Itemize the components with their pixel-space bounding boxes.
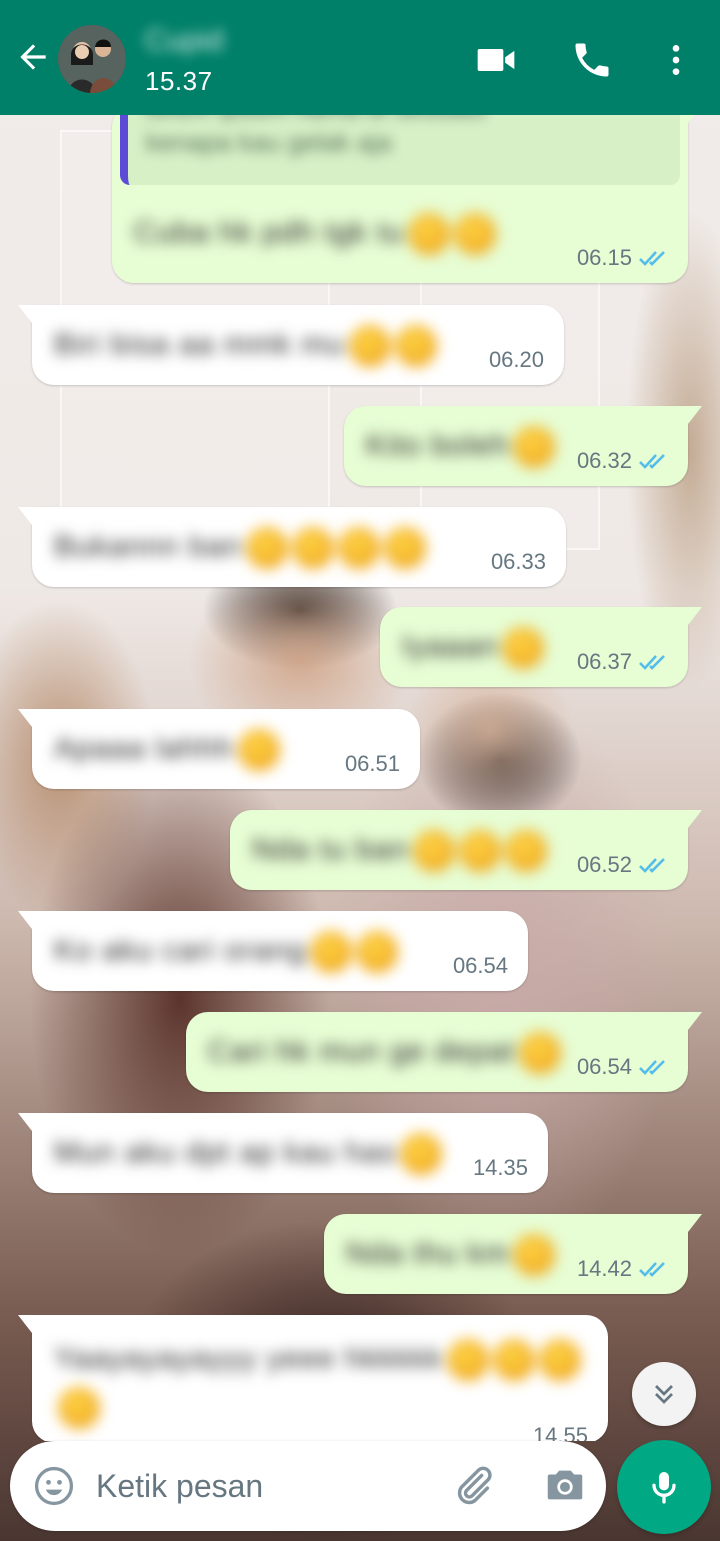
message-timestamp: 06.54 bbox=[577, 1054, 670, 1080]
avatar[interactable] bbox=[58, 25, 126, 93]
message-text: Nda thu km bbox=[346, 1234, 556, 1276]
message-text: Cari hk mun ge depat bbox=[208, 1032, 561, 1074]
message-bubble-incoming[interactable]: Biri bisa aa mmk mu 06.20 bbox=[18, 305, 564, 385]
quoted-message[interactable]: lorem ipsum nama di sesuatu kenapa kau g… bbox=[120, 115, 680, 185]
read-receipt-icon bbox=[639, 251, 665, 266]
message-timestamp: 06.33 bbox=[490, 549, 546, 574]
message-input[interactable] bbox=[96, 1461, 426, 1511]
message-timestamp: 14.35 bbox=[472, 1155, 528, 1180]
message-timestamp: 06.37 bbox=[577, 649, 670, 675]
message-bubble-outgoing[interactable]: Nda thu km 14.42 bbox=[324, 1214, 702, 1294]
message-text: Biri bisa aa mmk mu bbox=[54, 325, 437, 367]
paperclip-icon[interactable] bbox=[450, 1463, 496, 1509]
message-timestamp: 06.32 bbox=[577, 448, 670, 474]
message-composer bbox=[10, 1441, 606, 1531]
message-text: Bukannn ban bbox=[54, 527, 426, 569]
message-timestamp: 14.55 bbox=[532, 1423, 588, 1441]
message-text: Ko aku cari orang bbox=[54, 931, 399, 973]
message-text: Apaaa lahhh bbox=[54, 729, 280, 771]
message-bubble-incoming[interactable]: Yaayayayayyy yeee hkkkkk 14.55 bbox=[18, 1315, 608, 1441]
message-bubble-outgoing[interactable]: Kito boleh 06.32 bbox=[344, 406, 702, 486]
more-vertical-icon[interactable] bbox=[656, 38, 696, 82]
arrow-left-icon[interactable] bbox=[14, 38, 52, 76]
quoted-message-text: lorem ipsum nama di sesuatu kenapa kau g… bbox=[146, 115, 486, 157]
double-chevron-down-icon bbox=[655, 1385, 673, 1404]
video-camera-icon[interactable] bbox=[474, 38, 518, 82]
message-text: Kito boleh bbox=[366, 426, 556, 468]
scroll-to-bottom-button[interactable] bbox=[632, 1362, 696, 1426]
last-seen-status: 15.37 bbox=[145, 66, 213, 96]
microphone-icon bbox=[652, 1472, 676, 1504]
message-bubble-incoming[interactable]: Ko aku cari orang 06.54 bbox=[18, 911, 528, 991]
read-receipt-icon bbox=[639, 1262, 665, 1277]
read-receipt-icon bbox=[639, 1060, 665, 1075]
message-bubble-outgoing[interactable]: Iyaaan 06.37 bbox=[380, 607, 702, 687]
message-bubble-outgoing[interactable]: Nda tu ban 06.52 bbox=[230, 810, 702, 890]
emoji-icon[interactable] bbox=[32, 1464, 76, 1508]
camera-icon[interactable] bbox=[542, 1463, 588, 1509]
message-bubble-outgoing[interactable]: Cari hk mun ge depat 06.54 bbox=[186, 1012, 702, 1092]
message-timestamp: 14.42 bbox=[577, 1256, 670, 1282]
read-receipt-icon bbox=[639, 454, 665, 469]
message-timestamp: 06.20 bbox=[488, 347, 544, 372]
message-timestamp: 06.54 bbox=[452, 953, 508, 978]
voice-message-button[interactable] bbox=[617, 1440, 711, 1534]
chat-header: Cupid 15.37 bbox=[0, 0, 720, 115]
message-timestamp: 06.51 bbox=[344, 751, 400, 776]
message-timestamp: 06.52 bbox=[577, 852, 670, 878]
read-receipt-icon bbox=[639, 655, 665, 670]
message-text: Iyaaan bbox=[402, 627, 545, 669]
message-bubble-incoming[interactable]: Apaaa lahhh 06.51 bbox=[18, 709, 420, 789]
message-list[interactable]: lorem ipsum nama di sesuatu kenapa kau g… bbox=[0, 115, 720, 1441]
message-text: Cuba hk pdh tgk tu bbox=[134, 213, 496, 255]
message-bubble-outgoing[interactable]: lorem ipsum nama di sesuatu kenapa kau g… bbox=[112, 115, 702, 283]
contact-name[interactable]: Cupid bbox=[145, 24, 305, 58]
message-text: Nda tu ban bbox=[252, 830, 547, 872]
message-bubble-incoming[interactable]: Mun aku dpt ap kau has 14.35 bbox=[18, 1113, 548, 1193]
message-text: Mun aku dpt ap kau has bbox=[54, 1133, 443, 1175]
message-timestamp: 06.15 bbox=[577, 245, 670, 271]
read-receipt-icon bbox=[639, 858, 665, 873]
message-bubble-incoming[interactable]: Bukannn ban 06.33 bbox=[18, 507, 566, 587]
message-text: Yaayayayayyy yeee hkkkkk bbox=[54, 1335, 594, 1431]
phone-icon[interactable] bbox=[570, 38, 614, 82]
